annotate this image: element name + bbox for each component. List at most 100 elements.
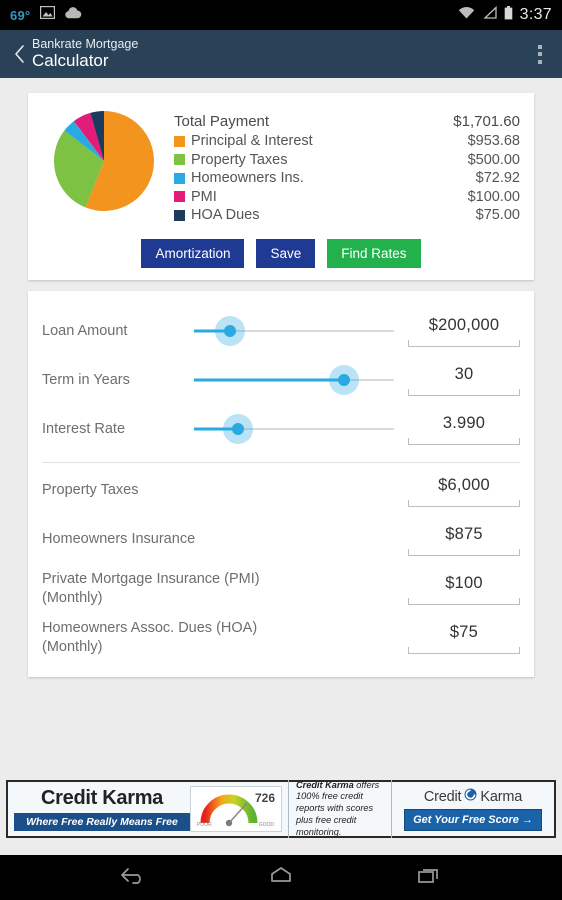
- slider-row: Interest Rate 3.990: [28, 405, 534, 454]
- clock: 3:37: [519, 6, 552, 23]
- legend-label: Property Taxes: [191, 151, 288, 168]
- slider-row: Term in Years 30: [28, 356, 534, 405]
- input-label: Homeowners Assoc. Dues (HOA) (Monthly): [42, 619, 258, 655]
- slider-label: Term in Years: [42, 372, 130, 388]
- input-row: Homeowners Assoc. Dues (HOA) (Monthly) $75: [28, 614, 534, 663]
- legend-row: Property Taxes $500.00: [174, 151, 520, 170]
- ad-tagline-plain: Where Free: [26, 816, 87, 828]
- advertisement-banner[interactable]: Credit Karma Where Free Really Means Fre…: [6, 779, 556, 839]
- legend-swatch: [174, 135, 185, 147]
- input-value-field[interactable]: $75: [408, 623, 520, 654]
- action-button-row: Amortization Save Find Rates: [28, 238, 534, 268]
- input-row: Property Taxes $6,000: [28, 467, 534, 516]
- slider-row: Loan Amount $200,000: [28, 307, 534, 356]
- field-underline: [408, 597, 520, 605]
- loan-inputs-card: Loan Amount $200,000 Term in Years 30 Intere…: [28, 290, 534, 677]
- slider-control[interactable]: [194, 363, 394, 397]
- legend-swatch: [174, 209, 185, 221]
- input-value-field[interactable]: $875: [408, 525, 520, 556]
- slider-track-fill: [194, 378, 344, 382]
- slider-control[interactable]: [194, 412, 394, 446]
- status-bar-right: 3:37: [458, 5, 552, 25]
- legend-label: PMI: [191, 188, 217, 205]
- legend-value: $72.92: [475, 170, 520, 187]
- ad-logo-left: Credit: [423, 788, 462, 805]
- app-title-line2: Calculator: [32, 51, 109, 71]
- amortization-button[interactable]: Amortization: [141, 238, 245, 268]
- legend-swatch: [174, 191, 185, 203]
- wifi-icon: [458, 6, 475, 24]
- credit-score-gauge: 726 POOR GOOD: [190, 786, 282, 832]
- legend-swatch: [174, 154, 185, 166]
- legend-swatch: [174, 172, 185, 184]
- input-label: Property Taxes: [42, 482, 139, 499]
- ad-brand-block: Credit Karma Where Free Really Means Fre…: [8, 787, 190, 831]
- slider-control[interactable]: [194, 314, 394, 348]
- find-rates-button[interactable]: Find Rates: [327, 238, 421, 268]
- nav-recents-icon[interactable]: [414, 864, 444, 891]
- input-value: $100: [445, 573, 483, 592]
- gauge-high-label: GOOD: [258, 822, 274, 828]
- slider-value: $200,000: [428, 315, 500, 334]
- temperature-indicator: 69°: [10, 7, 31, 23]
- slider-thumb[interactable]: [232, 423, 244, 435]
- field-underline: [408, 437, 520, 445]
- input-label: Private Mortgage Insurance (PMI) (Monthly…: [42, 570, 260, 606]
- total-payment-label: Total Payment: [174, 113, 270, 130]
- ad-copy-text: Credit Karma offers 100% free credit rep…: [288, 779, 392, 839]
- app-bar: Bankrate Mortgage Calculator: [0, 30, 562, 78]
- total-payment-value: $1,701.60: [453, 113, 520, 130]
- input-value-field[interactable]: $100: [408, 574, 520, 605]
- legend-row: Homeowners Ins. $72.92: [174, 169, 520, 188]
- legend-value: $75.00: [475, 207, 520, 224]
- input-value-field[interactable]: $6,000: [408, 476, 520, 507]
- legend-label: Principal & Interest: [191, 133, 313, 150]
- ad-cta-block: Credit Karma Get Your Free Score →: [398, 787, 554, 831]
- ad-logo-right: Karma: [480, 788, 523, 805]
- slider-value-field[interactable]: 3.990: [408, 414, 520, 445]
- legend-value: $953.68: [467, 133, 520, 150]
- nav-back-icon[interactable]: [118, 864, 148, 891]
- save-button[interactable]: Save: [256, 238, 316, 268]
- legend-value: $100.00: [467, 188, 520, 205]
- field-underline: [408, 548, 520, 556]
- ad-cta-button[interactable]: Get Your Free Score →: [404, 809, 542, 831]
- gauge-score-value: 726: [254, 791, 275, 805]
- ad-tagline: Where Free Really Means Free: [14, 813, 190, 831]
- status-bar: 69° 3:37: [0, 0, 562, 30]
- legend-row-total: Total Payment $1,701.60: [174, 111, 520, 132]
- nav-home-icon[interactable]: [266, 864, 296, 891]
- ad-logo: Credit Karma: [398, 787, 548, 806]
- field-underline: [408, 646, 520, 654]
- slider-thumb[interactable]: [338, 374, 350, 386]
- slider-value: 30: [454, 364, 474, 383]
- input-value: $75: [449, 622, 479, 641]
- legend-label: HOA Dues: [191, 207, 260, 224]
- swirl-icon: [463, 787, 478, 806]
- gauge-low-label: POOR: [197, 822, 212, 828]
- ad-tagline-bold: Really Means Free: [86, 816, 178, 828]
- overflow-menu-icon[interactable]: [532, 39, 548, 70]
- input-value: $6,000: [438, 475, 490, 494]
- input-row: Homeowners Insurance $875: [28, 516, 534, 565]
- slider-value-field[interactable]: 30: [408, 365, 520, 396]
- legend-label: Homeowners Ins.: [191, 170, 304, 187]
- slider-label: Loan Amount: [42, 323, 128, 339]
- legend-value: $500.00: [467, 151, 520, 168]
- slider-label: Interest Rate: [42, 421, 126, 437]
- slider-value-field[interactable]: $200,000: [408, 316, 520, 347]
- payment-summary-card: Total Payment $1,701.60 Principal & Inte…: [28, 93, 534, 280]
- payment-legend: Total Payment $1,701.60 Principal & Inte…: [166, 107, 520, 225]
- input-label: Homeowners Insurance: [42, 531, 196, 548]
- legend-row: HOA Dues $75.00: [174, 206, 520, 225]
- summary-top: Total Payment $1,701.60 Principal & Inte…: [28, 107, 534, 225]
- field-underline: [408, 339, 520, 347]
- field-underline: [408, 388, 520, 396]
- back-chevron-icon[interactable]: [8, 39, 30, 69]
- input-value: $875: [445, 524, 483, 543]
- section-divider: [42, 461, 520, 463]
- slider-thumb[interactable]: [224, 325, 236, 337]
- signal-icon: [482, 5, 497, 24]
- field-underline: [408, 499, 520, 507]
- legend-row: Principal & Interest $953.68: [174, 132, 520, 151]
